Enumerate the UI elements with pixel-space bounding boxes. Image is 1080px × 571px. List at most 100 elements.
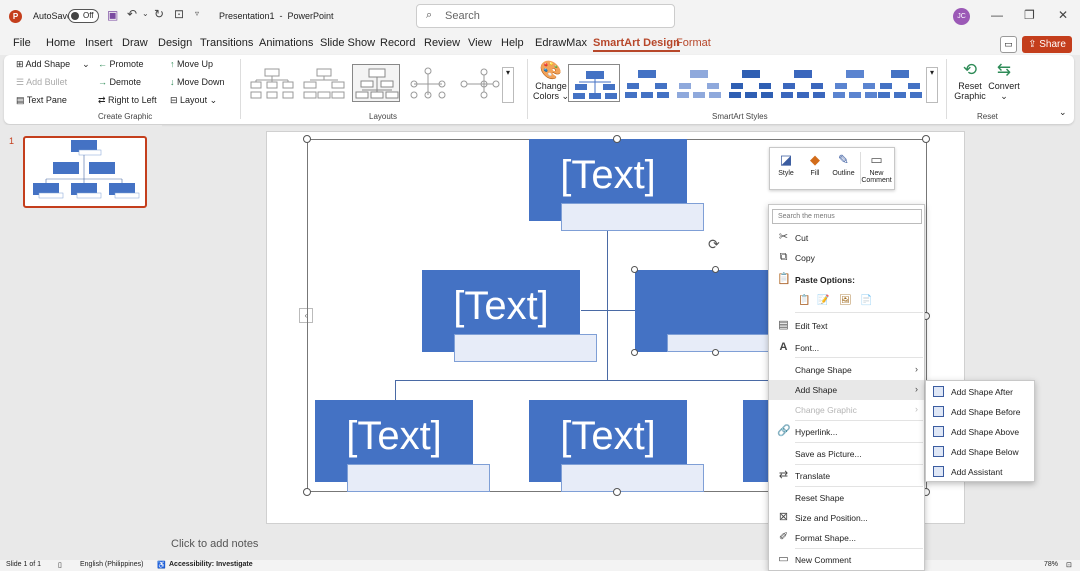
close-icon[interactable]: ✕ bbox=[1058, 8, 1068, 22]
resize-handle[interactable] bbox=[613, 488, 621, 496]
accessibility-status[interactable]: Accessibility: Investigate bbox=[169, 561, 253, 568]
layouts-more-button[interactable]: ▾ bbox=[502, 67, 514, 103]
paste-text-only-icon[interactable]: 📄 bbox=[860, 295, 873, 308]
menu-item-hyperlink[interactable]: 🔗 Hyperlink... bbox=[769, 422, 924, 442]
tab-draw[interactable]: Draw bbox=[122, 37, 148, 49]
layout-option-1[interactable] bbox=[248, 64, 296, 102]
menu-search-input[interactable]: Search the menus bbox=[772, 209, 922, 224]
text-pane-button[interactable]: ▤ Text Pane bbox=[16, 95, 67, 106]
shape-resize-handle[interactable] bbox=[712, 266, 719, 273]
tab-file[interactable]: File bbox=[13, 37, 31, 49]
menu-item-copy[interactable]: ⧉ Copy bbox=[769, 248, 924, 268]
shape-resize-handle[interactable] bbox=[631, 266, 638, 273]
tab-edrawmax[interactable]: EdrawMax bbox=[535, 37, 587, 49]
zoom-level[interactable]: 78% bbox=[1044, 561, 1058, 568]
tab-help[interactable]: Help bbox=[501, 37, 524, 49]
minimize-icon[interactable]: — bbox=[991, 8, 1003, 22]
paste-use-destination-theme-icon[interactable]: 📋 bbox=[798, 295, 811, 308]
style-button[interactable]: ◪ Style bbox=[775, 152, 797, 177]
submenu-item-add-shape-below[interactable]: Add Shape Below bbox=[926, 442, 1034, 462]
smartart-style-4[interactable] bbox=[725, 64, 777, 102]
menu-item-edit-text[interactable]: ▤ Edit Text bbox=[769, 316, 924, 336]
paste-picture-icon[interactable]: 🖼 bbox=[839, 295, 852, 308]
undo-dropdown-icon[interactable]: ⌄ bbox=[142, 9, 149, 18]
layout-option-5[interactable] bbox=[456, 64, 504, 102]
comments-button[interactable]: ▭ bbox=[1000, 36, 1017, 53]
menu-item-translate[interactable]: ⇄ Translate bbox=[769, 466, 924, 486]
save-icon[interactable]: ▣ bbox=[107, 8, 118, 22]
demote-button[interactable]: → Demote bbox=[98, 77, 141, 87]
paste-keep-source-formatting-icon[interactable]: 📝 bbox=[817, 295, 830, 308]
tab-transitions[interactable]: Transitions bbox=[200, 37, 253, 49]
new-comment-button[interactable]: ▭ New Comment bbox=[860, 152, 892, 184]
right-to-left-button[interactable]: ⇄ Right to Left bbox=[98, 95, 157, 106]
smartart-style-3[interactable] bbox=[673, 64, 725, 102]
menu-item-cut[interactable]: ✂ Cut bbox=[769, 228, 924, 248]
smartart-style-1-selected[interactable] bbox=[568, 64, 620, 102]
tab-format[interactable]: Format bbox=[676, 37, 711, 49]
outline-button[interactable]: ✎ Outline bbox=[830, 152, 857, 177]
layout-option-3-selected[interactable] bbox=[352, 64, 400, 102]
present-icon[interactable]: ⊡ bbox=[174, 7, 184, 21]
share-button[interactable]: ⇪ Share bbox=[1022, 36, 1072, 53]
promote-button[interactable]: ← Promote bbox=[98, 59, 144, 69]
language-status[interactable]: English (Philippines) bbox=[80, 561, 143, 568]
change-colors-button[interactable]: 🎨 Change Colors ⌄ bbox=[532, 59, 570, 102]
slide-thumbnail[interactable] bbox=[23, 136, 147, 208]
org-subnode[interactable] bbox=[667, 334, 775, 352]
menu-item-new-comment[interactable]: ▭ New Comment bbox=[769, 550, 924, 570]
move-up-button[interactable]: ↑ Move Up bbox=[170, 59, 213, 69]
tab-slide-show[interactable]: Slide Show bbox=[320, 37, 375, 49]
tab-insert[interactable]: Insert bbox=[85, 37, 113, 49]
org-node-bottom-3[interactable] bbox=[743, 400, 769, 482]
layout-option-4[interactable] bbox=[404, 64, 452, 102]
fill-button[interactable]: ◆ Fill bbox=[803, 152, 827, 177]
rotate-handle-icon[interactable]: ⟳ bbox=[708, 236, 720, 253]
avatar[interactable]: JC bbox=[953, 8, 970, 25]
submenu-item-add-shape-above[interactable]: Add Shape Above bbox=[926, 422, 1034, 442]
org-subnode[interactable] bbox=[561, 464, 704, 492]
tab-record[interactable]: Record bbox=[380, 37, 415, 49]
redo-icon[interactable]: ↻ bbox=[154, 7, 164, 21]
layout-button[interactable]: ⊟ Layout ⌄ bbox=[170, 95, 217, 106]
tab-home[interactable]: Home bbox=[46, 37, 75, 49]
spellcheck-icon[interactable]: ▯ bbox=[58, 561, 62, 569]
menu-item-save-as-picture[interactable]: Save as Picture... bbox=[769, 444, 924, 464]
smartart-style-7[interactable] bbox=[874, 64, 926, 102]
org-subnode[interactable] bbox=[454, 334, 597, 362]
menu-item-format-shape[interactable]: ✐ Format Shape... bbox=[769, 528, 924, 548]
resize-handle[interactable] bbox=[303, 488, 311, 496]
add-bullet-button[interactable]: ☰ Add Bullet bbox=[16, 77, 67, 88]
menu-item-add-shape[interactable]: Add Shape › bbox=[769, 380, 924, 400]
smartart-style-2[interactable] bbox=[621, 64, 673, 102]
menu-item-reset-shape[interactable]: Reset Shape bbox=[769, 488, 924, 508]
add-shape-button[interactable]: ⊞ Add Shape ⌄ bbox=[16, 59, 90, 70]
restore-icon[interactable]: ❐ bbox=[1024, 8, 1035, 22]
tab-view[interactable]: View bbox=[468, 37, 492, 49]
notes-pane[interactable]: Click to add notes bbox=[162, 530, 1080, 559]
menu-item-font[interactable]: A Font... bbox=[769, 338, 924, 358]
move-down-button[interactable]: ↓ Move Down bbox=[170, 77, 225, 87]
tab-animations[interactable]: Animations bbox=[259, 37, 313, 49]
tab-smartart-design[interactable]: SmartArt Design bbox=[593, 37, 680, 52]
submenu-item-add-assistant[interactable]: Add Assistant bbox=[926, 462, 1034, 482]
tab-review[interactable]: Review bbox=[424, 37, 460, 49]
resize-handle[interactable] bbox=[922, 135, 930, 143]
tab-design[interactable]: Design bbox=[158, 37, 192, 49]
org-subnode[interactable] bbox=[347, 464, 490, 492]
org-subnode[interactable] bbox=[561, 203, 704, 231]
shape-resize-handle[interactable] bbox=[631, 349, 638, 356]
styles-more-button[interactable]: ▾ bbox=[926, 67, 938, 103]
layout-option-2[interactable] bbox=[300, 64, 348, 102]
submenu-item-add-shape-before[interactable]: Add Shape Before bbox=[926, 402, 1034, 422]
search-input[interactable]: ⌕ Search bbox=[416, 4, 675, 28]
convert-button[interactable]: ⇆ Convert ⌄ bbox=[986, 59, 1022, 102]
collapse-ribbon-icon[interactable]: ⌄ bbox=[1059, 107, 1067, 118]
fit-to-window-icon[interactable]: ⊡ bbox=[1066, 561, 1072, 569]
reset-graphic-button[interactable]: ⟲ Reset Graphic bbox=[952, 59, 988, 101]
undo-icon[interactable]: ↶ bbox=[127, 7, 137, 21]
menu-item-change-shape[interactable]: Change Shape › bbox=[769, 360, 924, 380]
smartart-style-5[interactable] bbox=[777, 64, 829, 102]
submenu-item-add-shape-after[interactable]: Add Shape After bbox=[926, 382, 1034, 402]
resize-handle[interactable] bbox=[613, 135, 621, 143]
